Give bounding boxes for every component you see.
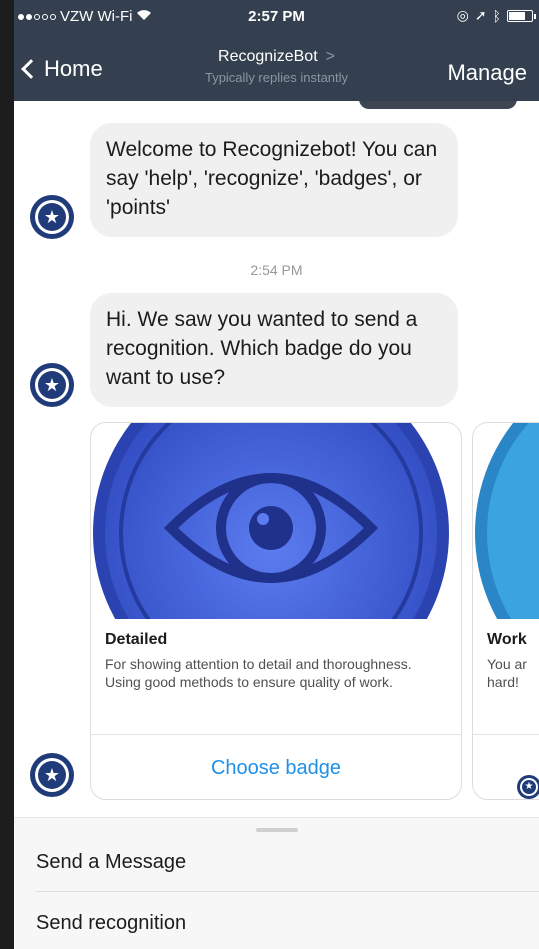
star-icon: ★	[38, 761, 66, 789]
bot-avatar: ★	[30, 363, 74, 407]
star-icon: ★	[38, 203, 66, 231]
bluetooth-icon: ᛒ	[492, 7, 501, 24]
choose-badge-button[interactable]: Choose badge	[91, 737, 461, 799]
status-bar: VZW Wi-Fi 2:57 PM ◎ ➚ ᛒ	[14, 0, 539, 32]
nav-bar: Home RecognizeBot > Typically replies ins…	[14, 38, 539, 98]
chat-area[interactable]: Welcome to Recognizebot! You can say 'he…	[14, 101, 539, 817]
badge-title: Work	[487, 631, 527, 648]
badge-image	[473, 423, 539, 619]
header: VZW Wi-Fi 2:57 PM ◎ ➚ ᛒ Home RecognizeBo…	[14, 0, 539, 101]
status-icons: ◎ ➚ ᛒ	[456, 7, 536, 24]
battery-icon	[507, 9, 536, 22]
phone-frame: VZW Wi-Fi 2:57 PM ◎ ➚ ᛒ Home RecognizeBo…	[0, 0, 539, 949]
badge-card-body: Detailed For showing attention to detail…	[91, 619, 461, 735]
bot-message: Welcome to Recognizebot! You can say 'he…	[90, 123, 458, 237]
drag-handle[interactable]	[256, 828, 298, 832]
badge-title: Detailed	[105, 631, 168, 648]
message-timestamp: 2:54 PM	[250, 262, 303, 278]
bot-avatar: ★	[517, 775, 539, 799]
lock-rotation-icon: ◎	[456, 7, 469, 23]
bot-name: RecognizeBot	[218, 48, 318, 65]
persistent-menu: Send a Message Send recognition	[14, 817, 539, 949]
badge-image	[91, 423, 461, 619]
badge-card[interactable]: Detailed For showing attention to detail…	[90, 422, 462, 800]
star-icon: ★	[522, 780, 536, 794]
chevron-right-icon: >	[325, 48, 335, 65]
send-message-item[interactable]: Send a Message	[36, 834, 539, 892]
previous-message-bubble	[359, 101, 517, 109]
bot-avatar: ★	[30, 195, 74, 239]
badge-description: You ar hard!	[487, 656, 527, 690]
send-recognition-item[interactable]: Send recognition	[36, 894, 539, 949]
badge-card-body: Work You ar hard!	[473, 619, 539, 735]
bot-message: Hi. We saw you wanted to send a recognit…	[90, 293, 458, 407]
badge-card[interactable]: Work You ar hard! ★	[472, 422, 539, 800]
star-icon: ★	[38, 371, 66, 399]
badge-description: For showing attention to detail and thor…	[105, 656, 412, 690]
location-icon: ➚	[474, 7, 487, 23]
manage-button[interactable]: Manage	[447, 60, 527, 86]
bot-avatar: ★	[30, 753, 74, 797]
